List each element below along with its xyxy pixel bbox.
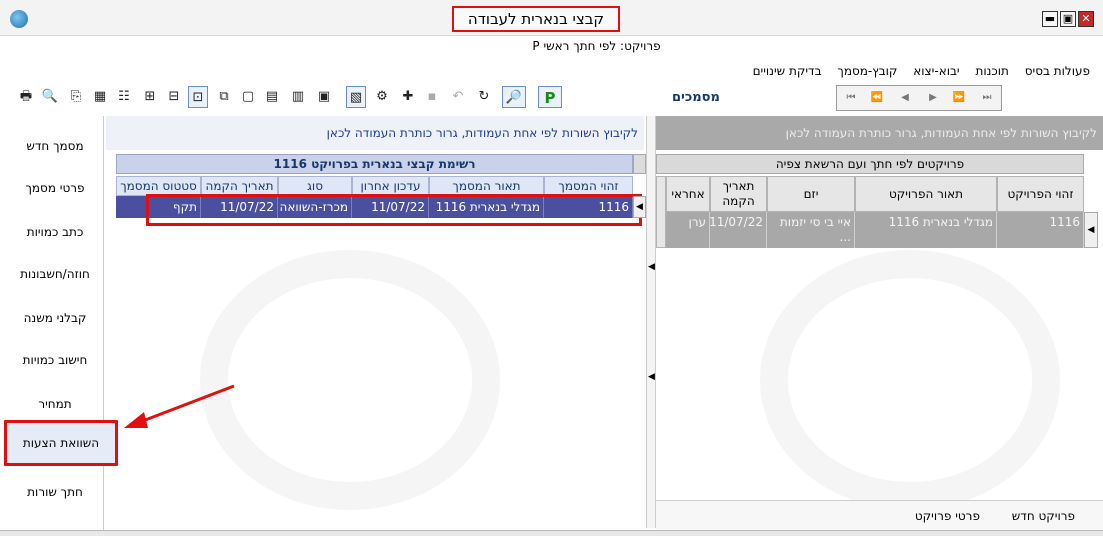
table-cell[interactable]: 1116 — [997, 212, 1084, 248]
doc-icon[interactable]: ▤ — [262, 86, 282, 108]
column-header-doc-id[interactable]: זהוי המסמך — [544, 176, 633, 196]
panel-splitter[interactable] — [646, 116, 656, 528]
sidebar-item-row-section[interactable]: חתך שורות — [8, 476, 102, 508]
window-bottom-border — [0, 530, 1103, 536]
documents-label: מסמכים — [672, 90, 720, 105]
annotation-arrow-icon — [124, 384, 235, 428]
search-icon[interactable]: 🔎 — [502, 86, 526, 108]
collapse-left-icon[interactable]: ◀ — [648, 262, 655, 272]
column-header-creation-date[interactable]: תאריך הקמה — [710, 176, 767, 212]
column-header-project-id[interactable]: זהוי הפרויקט — [997, 176, 1084, 212]
grid-corner — [656, 176, 666, 248]
doc2-icon[interactable]: ▥ — [288, 86, 308, 108]
menu-item-programs[interactable]: תוכנות — [975, 60, 1008, 82]
column-header-doc-status[interactable]: סטטוס המסמך — [116, 176, 201, 196]
table-cell[interactable]: ערן — [666, 212, 710, 248]
sidebar-item-bill-of-quantities[interactable]: כתב כמויות — [8, 216, 102, 248]
group-by-hint[interactable]: לקיבוץ השורות לפי אחת העמודות, גרור כותר… — [106, 116, 644, 150]
column-header-developer[interactable]: יזם — [767, 176, 855, 212]
column-header-creation-date[interactable]: תאריך הקמה — [201, 176, 278, 196]
app-icon[interactable] — [10, 10, 28, 28]
menu-item-basic-actions[interactable]: פעולות בסיס — [1025, 60, 1090, 82]
right-bottom-bar: פרויקט חדש פרטי פרויקט — [656, 500, 1103, 530]
report-icon[interactable]: ▧ — [346, 86, 366, 108]
close-button[interactable]: ✕ — [1078, 11, 1094, 27]
menu-bar: פעולות בסיס תוכנות יבוא-יצוא קובץ-מסמך ב… — [0, 60, 1100, 82]
copy-icon[interactable]: ⧉ — [214, 86, 234, 108]
maximize-button[interactable]: ▣ — [1060, 11, 1076, 27]
menu-item-file-document[interactable]: קובץ-מסמך — [837, 60, 897, 82]
menu-item-import-export[interactable]: יבוא-יצוא — [913, 60, 959, 82]
p-icon[interactable]: P — [538, 86, 562, 108]
print-preview-icon[interactable]: 🔍 — [40, 86, 60, 108]
menu-item-check-changes[interactable]: בדיקת שינויים — [753, 60, 822, 82]
window-title: קבצי בנארית לעבודה — [452, 6, 620, 32]
image-icon[interactable]: ▣ — [314, 86, 334, 108]
export-icon[interactable]: ⎘ — [66, 86, 86, 108]
minimize-button[interactable]: ▬ — [1042, 11, 1058, 27]
save-icon[interactable]: ▪ — [422, 86, 442, 108]
last-record-icon[interactable]: ⏭ — [977, 89, 997, 107]
printer-icon[interactable]: 🖶 — [16, 86, 36, 108]
new-project-button[interactable]: פרויקט חדש — [1012, 501, 1075, 531]
undo-icon[interactable]: ↶ — [448, 86, 468, 108]
selected-row-highlight — [146, 194, 642, 226]
table-cell[interactable]: 11/07/22 — [710, 212, 767, 248]
sidebar-item-subcontractors[interactable]: קבלני משנה — [8, 302, 102, 334]
sidebar-item-quantity-calc[interactable]: חישוב כמויות — [8, 344, 102, 376]
project-details-button[interactable]: פרטי פרויקט — [915, 501, 980, 531]
sidebar-item-new-document[interactable]: מסמך חדש — [8, 130, 102, 162]
sidebar: מסמך חדש פרטי מסמך כתב כמויות חוזה/חשבונ… — [0, 116, 118, 530]
tree2-icon[interactable]: ⊞ — [140, 86, 160, 108]
prev-page-icon[interactable]: ⏪ — [867, 89, 887, 107]
row-indicator-icon: ◀ — [1084, 212, 1098, 248]
sidebar-item-pricing[interactable]: תמחיר — [8, 388, 102, 420]
sidebar-item-compare-offers[interactable]: השוואת הצעות — [4, 420, 118, 466]
collapse-right-icon[interactable]: ◀ — [648, 372, 655, 382]
tree4-icon[interactable]: ⊡ — [188, 86, 208, 108]
new-icon[interactable]: ▢ — [238, 86, 258, 108]
row-indicator-icon: ◀ — [633, 196, 646, 218]
grid-title: רשימת קבצי בנארית בפרויקט 1116 — [116, 154, 633, 174]
column-header-doc-desc[interactable]: תאור המסמך — [429, 176, 544, 196]
column-header-type[interactable]: סוג — [278, 176, 352, 196]
add-icon[interactable]: ✚ — [398, 86, 418, 108]
table-cell[interactable]: מגדלי בנארית 1116 — [855, 212, 997, 248]
column-header-responsible[interactable]: אחראי — [666, 176, 710, 212]
column-header-last-update[interactable]: עדכון אחרון — [352, 176, 429, 196]
settings-icon[interactable]: ⚙ — [372, 86, 392, 108]
grid-title: פרויקטים לפי חתך ועם הרשאת צפיה — [656, 154, 1084, 174]
next-record-icon[interactable]: ▶ — [923, 89, 943, 107]
tree-icon[interactable]: ☷ — [114, 86, 134, 108]
prev-record-icon[interactable]: ◀ — [895, 89, 915, 107]
sidebar-item-document-details[interactable]: פרטי מסמך — [8, 172, 102, 204]
group-by-hint[interactable]: לקיבוץ השורות לפי אחת העמודות, גרור כותר… — [656, 116, 1103, 150]
watermark-decoration — [760, 250, 1060, 510]
excel-icon[interactable]: ▦ — [90, 86, 110, 108]
next-page-icon[interactable]: ⏩ — [949, 89, 969, 107]
grid-corner — [633, 154, 646, 174]
refresh-icon[interactable]: ↻ — [474, 86, 494, 108]
first-record-icon[interactable]: ⏮ — [841, 89, 861, 107]
sidebar-item-contract-invoices[interactable]: חוזה/חשבונות — [8, 258, 102, 290]
tree3-icon[interactable]: ⊟ — [164, 86, 184, 108]
table-cell[interactable]: איי בי סי יזמות ... — [767, 212, 855, 248]
column-header-project-desc[interactable]: תאור הפרויקט — [855, 176, 997, 212]
record-navigator: ⏮ ⏪ ◀ ▶ ⏩ ⏭ — [836, 85, 1002, 111]
project-subtitle: פרויקט: לפי חתך ראשי P — [0, 36, 1103, 56]
